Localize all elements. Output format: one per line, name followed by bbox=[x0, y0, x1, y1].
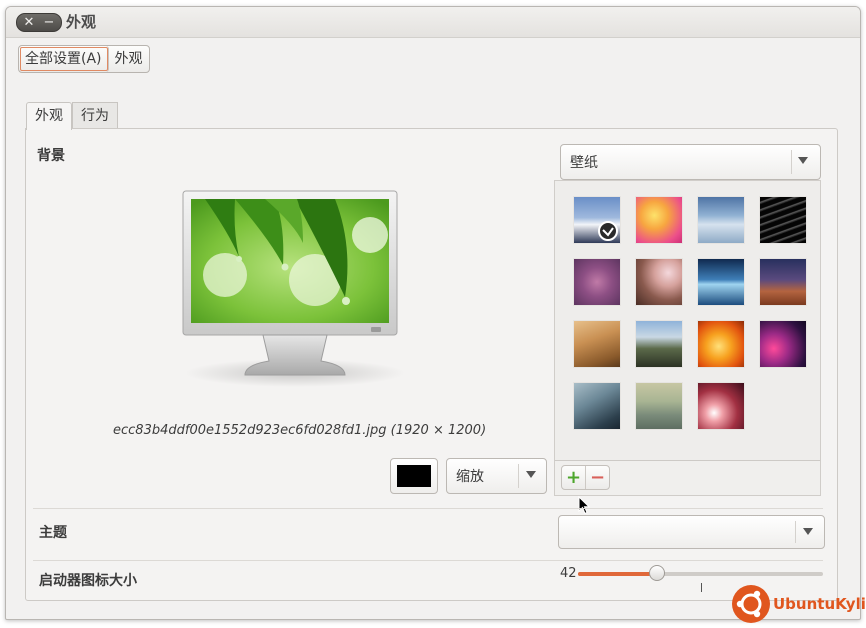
title-bar: ✕ − 外观 bbox=[6, 7, 860, 38]
wallpaper-thumb[interactable] bbox=[635, 320, 683, 368]
window-controls: ✕ − bbox=[16, 13, 62, 32]
background-source-select[interactable]: 壁纸 bbox=[560, 144, 821, 180]
launcher-icon-size-value: 42 bbox=[560, 566, 577, 581]
slider-tick bbox=[701, 583, 702, 592]
ubuntukylin-logo-text: UbuntuKylin bbox=[773, 595, 866, 613]
wallpaper-thumb[interactable] bbox=[573, 382, 621, 430]
color-swatch bbox=[397, 465, 431, 487]
chevron-down-icon bbox=[798, 157, 808, 164]
scale-select[interactable]: 缩放 bbox=[446, 458, 547, 494]
slider-fill bbox=[578, 572, 657, 576]
background-source-value: 壁纸 bbox=[570, 155, 598, 171]
remove-wallpaper-button[interactable]: − bbox=[586, 466, 609, 489]
wallpaper-thumb[interactable] bbox=[759, 258, 807, 306]
wallpaper-thumb[interactable] bbox=[697, 320, 745, 368]
wallpaper-thumb[interactable] bbox=[759, 196, 807, 244]
wallpaper-toolbar: + − bbox=[554, 460, 821, 496]
wallpaper-thumb[interactable] bbox=[635, 382, 683, 430]
wallpaper-grid bbox=[554, 180, 821, 462]
source-select-divider bbox=[791, 150, 792, 174]
chevron-down-icon bbox=[803, 528, 813, 535]
wallpaper-thumb[interactable] bbox=[573, 196, 621, 244]
wallpaper-thumb[interactable] bbox=[697, 382, 745, 430]
background-label: 背景 bbox=[37, 148, 65, 164]
scale-select-divider bbox=[518, 464, 519, 488]
ubuntukylin-logo: UbuntuKylin bbox=[731, 584, 866, 624]
launcher-icon-size-label: 启动器图标大小 bbox=[39, 573, 137, 589]
theme-label: 主题 bbox=[39, 525, 67, 541]
tab-bar: 外观 行为 bbox=[26, 102, 118, 130]
wallpaper-thumb[interactable] bbox=[635, 258, 683, 306]
breadcrumb-all-settings[interactable]: 全部设置(A) bbox=[19, 46, 109, 72]
chevron-down-icon bbox=[526, 471, 536, 478]
close-button[interactable]: ✕ bbox=[19, 14, 39, 31]
mouse-pointer-icon bbox=[578, 496, 591, 515]
window-title: 外观 bbox=[66, 13, 97, 31]
add-remove-group: + − bbox=[561, 465, 610, 490]
tab-appearance[interactable]: 外观 bbox=[26, 102, 72, 130]
wallpaper-thumb[interactable] bbox=[697, 196, 745, 244]
wallpaper-thumb[interactable] bbox=[759, 320, 807, 368]
section-divider bbox=[33, 508, 823, 509]
monitor-preview bbox=[182, 190, 405, 387]
breadcrumb: 全部设置(A) 外观 bbox=[18, 45, 150, 73]
minimize-button[interactable]: − bbox=[39, 14, 59, 31]
selected-check-icon bbox=[598, 221, 618, 241]
wallpaper-thumb[interactable] bbox=[573, 320, 621, 368]
add-wallpaper-button[interactable]: + bbox=[562, 466, 586, 489]
ubuntukylin-logo-icon bbox=[732, 585, 770, 623]
wallpaper-thumb[interactable] bbox=[697, 258, 745, 306]
scale-select-value: 缩放 bbox=[456, 469, 484, 485]
wallpaper-filename: ecc83b4ddf00e1552d923ec6fd028fd1.jpg (19… bbox=[113, 423, 487, 438]
wallpaper-thumb[interactable] bbox=[635, 196, 683, 244]
theme-select-divider bbox=[795, 521, 796, 543]
theme-select[interactable] bbox=[558, 515, 825, 549]
breadcrumb-appearance[interactable]: 外观 bbox=[109, 46, 149, 72]
launcher-icon-size-slider[interactable] bbox=[578, 565, 823, 581]
tab-behavior[interactable]: 行为 bbox=[72, 102, 118, 128]
color-button[interactable] bbox=[390, 458, 438, 494]
wallpaper-thumb[interactable] bbox=[573, 258, 621, 306]
section-divider bbox=[33, 560, 823, 561]
